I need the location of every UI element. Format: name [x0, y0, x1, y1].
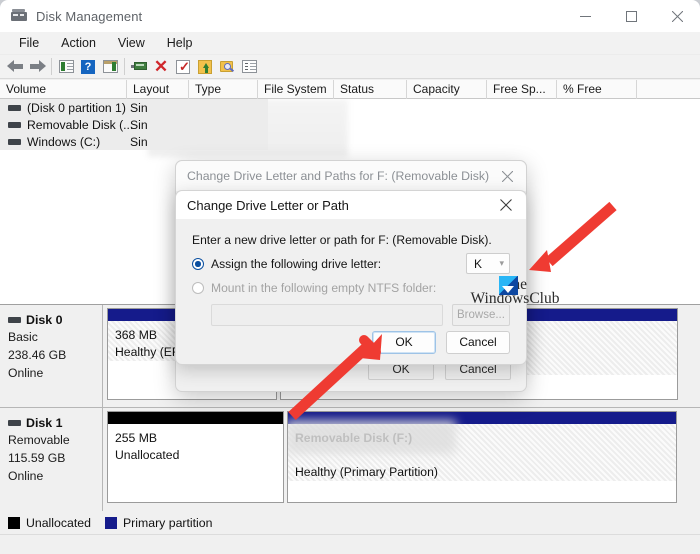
- window-title: Disk Management: [36, 8, 143, 24]
- volume-layout: Sin: [130, 117, 148, 132]
- legend-label-primary-partition: Primary partition: [122, 516, 213, 530]
- menu-action[interactable]: Action: [50, 34, 107, 53]
- close-icon[interactable]: [489, 161, 526, 191]
- volume-layout: Sin: [130, 134, 148, 149]
- radio-mount-ntfs-folder[interactable]: [192, 282, 204, 294]
- toolbar-separator-2: [124, 58, 125, 75]
- disk-capacity: 238.46 GB: [8, 348, 67, 362]
- disk-management-window: Disk Management File Action View Help ? …: [0, 0, 700, 554]
- legend-swatch-unallocated: [8, 517, 20, 529]
- volume-list-header: Volume Layout Type File System Status Ca…: [0, 80, 700, 99]
- rescan-disks-icon[interactable]: [216, 56, 238, 78]
- column-header-layout[interactable]: Layout: [127, 80, 189, 99]
- toolbar-separator: [51, 58, 52, 75]
- status-bar: [0, 534, 700, 554]
- change-drive-letter-or-path-dialog[interactable]: Change Drive Letter or Path Enter a new …: [175, 190, 527, 365]
- title-bar: Disk Management: [0, 0, 700, 32]
- table-row[interactable]: Removable Disk (... Sin: [0, 116, 700, 133]
- disk-management-icon: [11, 9, 27, 23]
- dialog-outer-titlebar: Change Drive Letter and Paths for F: (Re…: [176, 161, 526, 191]
- radio-assign-drive-letter-row[interactable]: Assign the following drive letter:: [192, 257, 510, 271]
- chevron-down-icon: ▾: [499, 258, 504, 268]
- legend: Unallocated Primary partition: [0, 512, 700, 534]
- column-header-percent-free[interactable]: % Free: [557, 80, 637, 99]
- partition-removable-f[interactable]: Removable Disk (F:) Healthy (Primary Par…: [287, 411, 677, 503]
- disk-partitions-1: 255 MB Unallocated Removable Disk (F:) H…: [103, 408, 700, 511]
- partition-header-bar: [108, 412, 283, 424]
- disk-name: Disk 0: [26, 313, 63, 327]
- help-icon[interactable]: ?: [77, 56, 99, 78]
- show-hide-action-pane-icon[interactable]: [99, 56, 121, 78]
- menu-view[interactable]: View: [107, 34, 156, 53]
- disk-title-1: Disk 1: [8, 416, 102, 430]
- disk-info-0[interactable]: Disk 0 Basic 238.46 GB Online: [0, 305, 103, 407]
- table-row[interactable]: Windows (C:) Sin: [0, 133, 700, 150]
- dialog-outer-title: Change Drive Letter and Paths for F: (Re…: [187, 169, 490, 183]
- partition-unallocated[interactable]: 255 MB Unallocated: [107, 411, 284, 503]
- dialog-inner-titlebar: Change Drive Letter or Path: [176, 191, 526, 219]
- disk-status: Online: [8, 469, 44, 483]
- maximize-button[interactable]: [608, 0, 654, 32]
- radio-mount-ntfs-folder-label: Mount in the following empty NTFS folder…: [211, 281, 437, 295]
- column-header-type[interactable]: Type: [189, 80, 258, 99]
- column-header-volume[interactable]: Volume: [0, 80, 127, 99]
- disk-row-1[interactable]: Disk 1 Removable 115.59 GB Online 255 MB…: [0, 408, 700, 511]
- column-header-file-system[interactable]: File System: [258, 80, 334, 99]
- windows-club-logo: [499, 276, 518, 295]
- back-arrow-icon[interactable]: [4, 56, 26, 78]
- close-icon[interactable]: [486, 191, 526, 219]
- drive-letter-dropdown[interactable]: K ▾: [466, 253, 510, 274]
- close-button[interactable]: [654, 0, 700, 32]
- dialog-inner-title: Change Drive Letter or Path: [187, 197, 349, 213]
- radio-assign-drive-letter[interactable]: [192, 258, 204, 270]
- volume-icon: [8, 104, 21, 111]
- volume-name: Windows (C:): [27, 134, 101, 149]
- properties-icon[interactable]: [238, 56, 260, 78]
- new-volume-icon[interactable]: [128, 56, 150, 78]
- volume-icon: [8, 121, 21, 128]
- menu-bar: File Action View Help: [0, 32, 700, 55]
- inner-cancel-button[interactable]: Cancel: [446, 330, 510, 354]
- disk-icon: [8, 317, 21, 323]
- extend-volume-icon[interactable]: [194, 56, 216, 78]
- disk-name: Disk 1: [26, 416, 63, 430]
- forward-arrow-icon[interactable]: [26, 56, 48, 78]
- column-header-free-space[interactable]: Free Sp...: [487, 80, 557, 99]
- drive-letter-value: K: [474, 256, 483, 271]
- disk-info-1[interactable]: Disk 1 Removable 115.59 GB Online: [0, 408, 103, 511]
- menu-file[interactable]: File: [8, 34, 50, 53]
- disk-type: Basic: [8, 330, 38, 344]
- partition-status: Unallocated: [115, 448, 180, 462]
- disk-title-0: Disk 0: [8, 313, 102, 327]
- toolbar: ? ✕ ✓: [0, 55, 700, 79]
- minimize-button[interactable]: [562, 0, 608, 32]
- window-controls: [562, 0, 700, 32]
- show-hide-console-tree-icon[interactable]: [55, 56, 77, 78]
- dialog-inner-buttons: OK Cancel: [176, 320, 526, 364]
- disk-capacity: 115.59 GB: [8, 451, 66, 465]
- dialog-prompt: Enter a new drive letter or path for F: …: [192, 233, 492, 247]
- partition-status: Healthy (Primary Partition): [295, 465, 438, 479]
- column-header-capacity[interactable]: Capacity: [407, 80, 487, 99]
- properties-check-icon[interactable]: ✓: [172, 56, 194, 78]
- legend-swatch-primary: [104, 517, 117, 529]
- volume-name: (Disk 0 partition 1): [27, 100, 126, 115]
- legend-label-unallocated: Unallocated: [26, 516, 91, 530]
- column-header-spacer[interactable]: [637, 80, 700, 99]
- volume-layout: Sin: [130, 100, 148, 115]
- menu-help[interactable]: Help: [156, 34, 204, 53]
- table-row[interactable]: (Disk 0 partition 1) Sin: [0, 99, 700, 116]
- volume-icon: [8, 138, 21, 145]
- dialog-inner-body: Enter a new drive letter or path for F: …: [176, 219, 526, 326]
- disk-status: Online: [8, 366, 44, 380]
- disk-icon: [8, 420, 21, 426]
- inner-ok-button[interactable]: OK: [372, 330, 436, 354]
- radio-mount-ntfs-folder-row[interactable]: Mount in the following empty NTFS folder…: [192, 281, 510, 295]
- radio-assign-drive-letter-label: Assign the following drive letter:: [211, 257, 382, 271]
- column-header-status[interactable]: Status: [334, 80, 407, 99]
- partition-size: 255 MB: [115, 431, 158, 445]
- delete-volume-icon[interactable]: ✕: [150, 56, 172, 78]
- disk-type: Removable: [8, 433, 70, 447]
- volume-name: Removable Disk (...: [27, 117, 134, 132]
